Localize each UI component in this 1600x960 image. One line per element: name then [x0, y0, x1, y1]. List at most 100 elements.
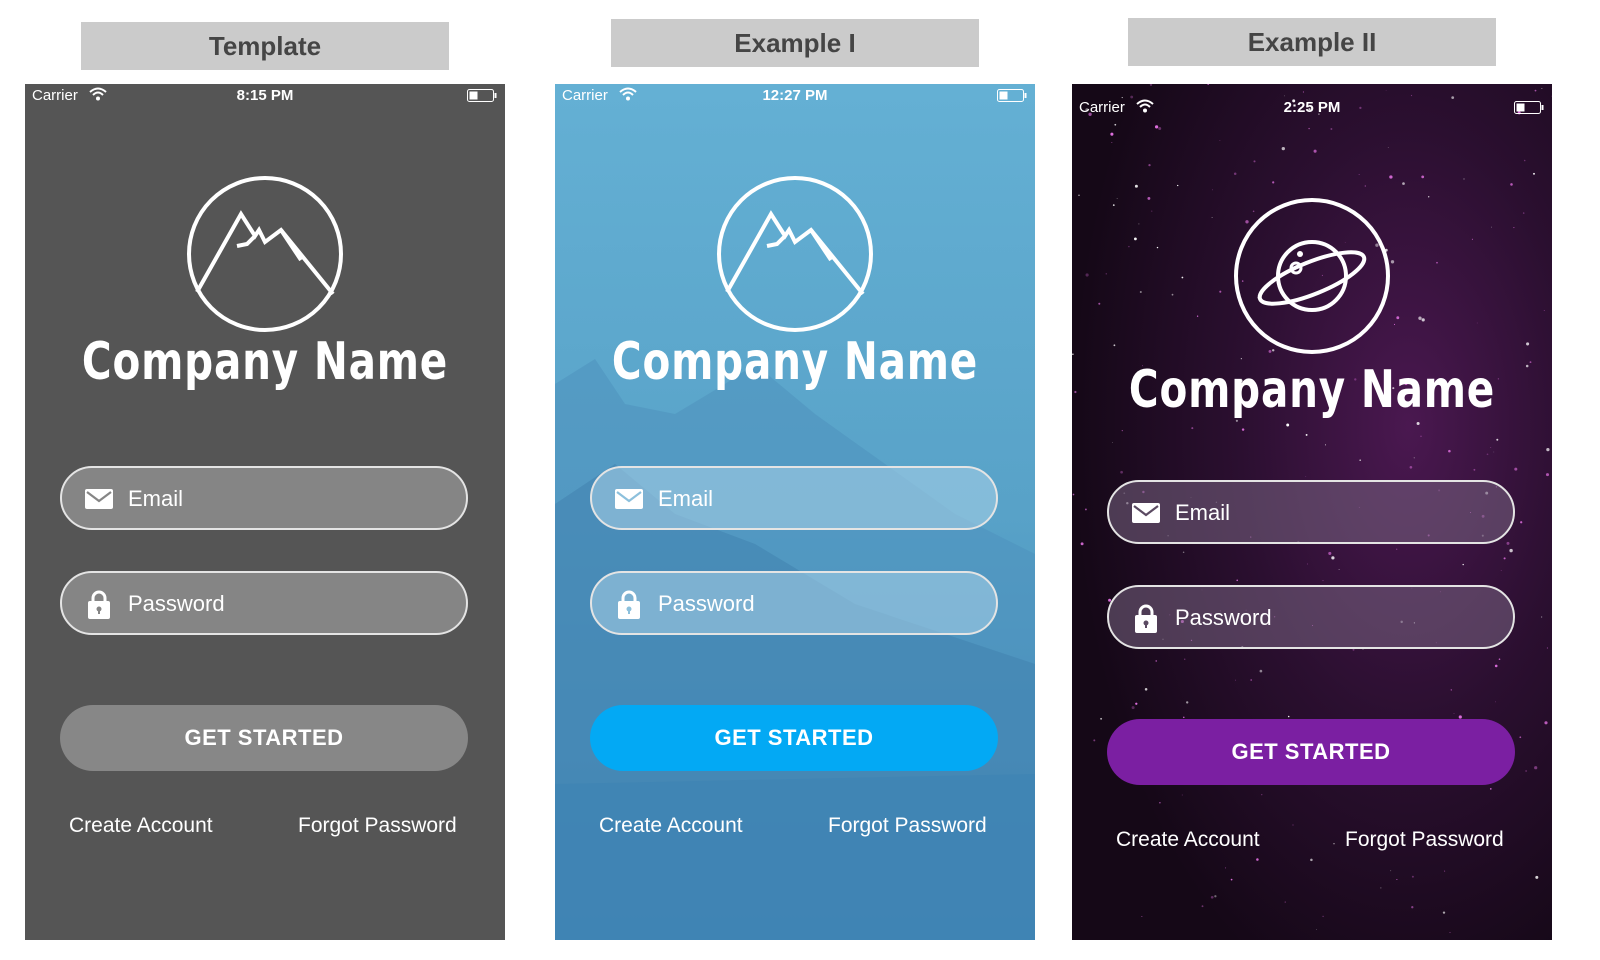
panel-label: Example I — [611, 19, 979, 67]
star — [1292, 824, 1294, 826]
star — [1302, 91, 1304, 93]
star — [1513, 227, 1515, 229]
star — [1416, 421, 1420, 426]
star — [1134, 184, 1138, 188]
star — [1325, 444, 1326, 446]
star — [1322, 915, 1324, 918]
panel-label: Template — [81, 22, 449, 70]
star — [1272, 181, 1275, 184]
star — [1154, 125, 1159, 129]
star — [1158, 126, 1162, 131]
forgot-password-link[interactable]: Forgot Password — [298, 814, 457, 838]
get-started-button[interactable]: GET STARTED — [590, 705, 998, 771]
create-account-link[interactable]: Create Account — [1116, 828, 1260, 852]
get-started-button[interactable]: GET STARTED — [60, 705, 468, 771]
star — [1316, 929, 1317, 931]
star — [1201, 905, 1204, 908]
star — [1396, 878, 1398, 881]
star — [1494, 664, 1498, 668]
envelope-icon — [85, 489, 113, 509]
star — [1181, 276, 1184, 279]
star — [1177, 184, 1179, 187]
planet-icon — [1234, 198, 1390, 354]
star — [1525, 364, 1529, 368]
star — [1072, 493, 1075, 496]
star — [1449, 932, 1451, 933]
battery-icon — [467, 89, 497, 102]
phone-screen: Carrier 2:25 PM Company Name Email Passw… — [1072, 84, 1552, 940]
forgot-password-link[interactable]: Forgot Password — [828, 814, 987, 838]
star — [1236, 579, 1238, 582]
star — [1489, 788, 1492, 790]
star — [1493, 451, 1495, 453]
star — [1444, 870, 1446, 872]
status-bar: Carrier 12:27 PM — [555, 84, 1035, 110]
star — [1428, 196, 1430, 198]
star — [1306, 563, 1308, 565]
star — [1093, 739, 1096, 742]
star — [1523, 159, 1526, 162]
company-name: Company Name — [611, 332, 979, 392]
star — [1131, 706, 1135, 710]
star — [1148, 163, 1151, 167]
email-field[interactable]: Email — [590, 466, 998, 530]
star — [1450, 689, 1452, 691]
star — [1490, 447, 1492, 448]
star — [1219, 140, 1221, 141]
star — [1448, 449, 1451, 453]
email-field[interactable]: Email — [60, 466, 468, 530]
star — [1159, 802, 1161, 804]
phone-screen: Carrier 12:27 PM Company Name Email Pass… — [555, 84, 1035, 940]
star — [1471, 238, 1473, 240]
email-field[interactable]: Email — [1107, 480, 1515, 544]
star — [1514, 467, 1518, 471]
star — [1114, 123, 1117, 126]
star — [1184, 658, 1186, 660]
template-panel: Template Carrier 8:15 PM Company Name Em… — [25, 0, 505, 960]
star — [1121, 429, 1123, 432]
star — [1545, 473, 1550, 477]
create-account-link[interactable]: Create Account — [599, 814, 743, 838]
star — [1144, 688, 1148, 691]
star — [1112, 204, 1115, 206]
star — [1111, 141, 1113, 144]
battery-icon — [1514, 101, 1544, 114]
star — [1138, 223, 1140, 225]
lock-icon — [618, 590, 640, 619]
star — [1510, 183, 1513, 186]
password-field[interactable]: Password — [60, 571, 468, 635]
forgot-password-link[interactable]: Forgot Password — [1345, 828, 1504, 852]
password-field[interactable]: Password — [590, 571, 998, 635]
star — [1473, 468, 1476, 471]
star — [1078, 194, 1080, 197]
star — [1385, 90, 1387, 91]
star — [1387, 147, 1389, 149]
star — [1287, 715, 1290, 718]
star — [1333, 843, 1335, 845]
envelope-icon — [615, 489, 643, 509]
star — [1463, 178, 1465, 180]
star — [1322, 580, 1324, 582]
star — [1259, 669, 1263, 673]
star — [1526, 342, 1530, 346]
star — [1436, 261, 1438, 264]
star — [1181, 794, 1183, 796]
star — [1085, 273, 1089, 277]
star — [1098, 302, 1101, 305]
star — [1135, 702, 1138, 705]
star — [1486, 453, 1489, 456]
star — [1546, 447, 1550, 452]
star — [1396, 316, 1400, 320]
star — [1462, 563, 1464, 566]
example-2-panel: Example II Carrier 2:25 PM Company Name … — [1072, 0, 1552, 960]
star — [1498, 658, 1501, 660]
star — [1389, 175, 1393, 179]
star — [1305, 433, 1308, 436]
star — [1155, 660, 1157, 662]
star — [1234, 679, 1236, 681]
password-field[interactable]: Password — [1107, 585, 1515, 649]
star — [1491, 226, 1492, 228]
star — [1420, 435, 1422, 437]
get-started-button[interactable]: GET STARTED — [1107, 719, 1515, 785]
create-account-link[interactable]: Create Account — [69, 814, 213, 838]
